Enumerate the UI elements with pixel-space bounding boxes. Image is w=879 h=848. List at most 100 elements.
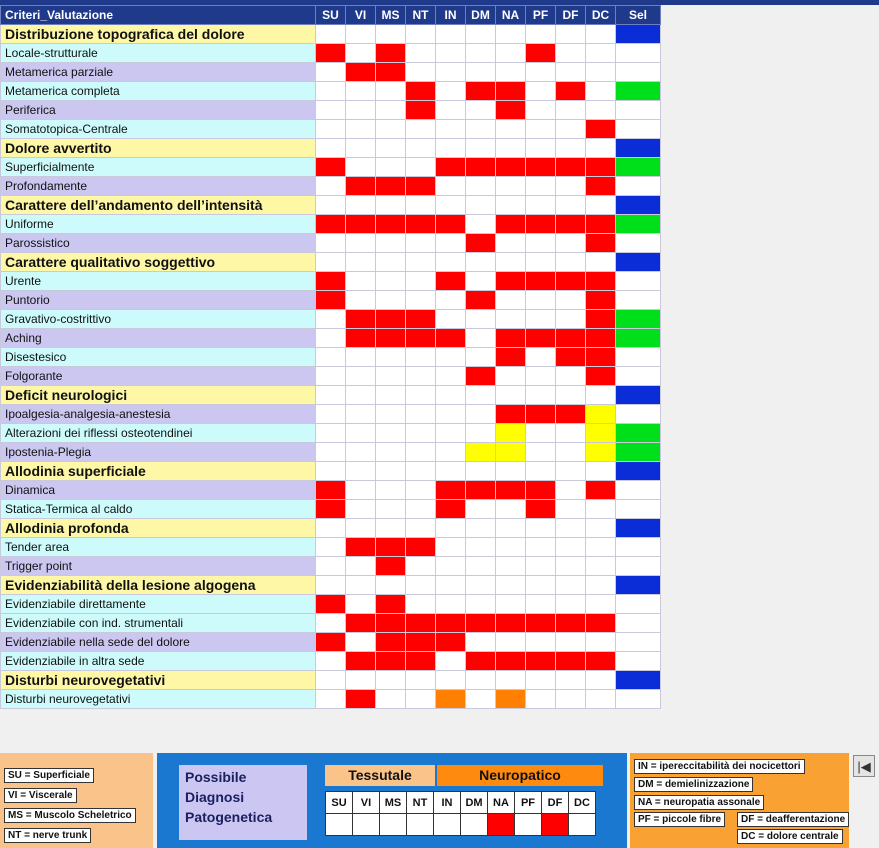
cell-su[interactable] xyxy=(315,81,346,101)
cell-dm[interactable] xyxy=(465,119,496,139)
cell-na[interactable] xyxy=(495,556,526,576)
cell-ms[interactable] xyxy=(375,594,406,614)
cell-pf[interactable] xyxy=(525,480,556,500)
cell-nt[interactable] xyxy=(405,81,436,101)
cell-dc[interactable] xyxy=(585,385,616,405)
cell-vi[interactable] xyxy=(345,461,376,481)
cell-na[interactable] xyxy=(495,271,526,291)
cell-su[interactable] xyxy=(315,271,346,291)
cell-na[interactable] xyxy=(495,537,526,557)
cell-df[interactable] xyxy=(555,81,586,101)
cell-vi[interactable] xyxy=(345,271,376,291)
cell-ms[interactable] xyxy=(375,43,406,63)
cell-dm[interactable] xyxy=(465,43,496,63)
cell-su[interactable] xyxy=(315,480,346,500)
cell-na[interactable] xyxy=(495,632,526,652)
cell-dm[interactable] xyxy=(465,537,496,557)
cell-in[interactable] xyxy=(435,271,466,291)
cell-df[interactable] xyxy=(555,195,586,215)
cell-na[interactable] xyxy=(495,81,526,101)
cell-vi[interactable] xyxy=(345,518,376,538)
cell-vi[interactable] xyxy=(345,24,376,44)
cell-sel[interactable] xyxy=(615,480,661,500)
cell-na[interactable] xyxy=(495,119,526,139)
cell-su[interactable] xyxy=(315,195,346,215)
cell-vi[interactable] xyxy=(345,366,376,386)
cell-df[interactable] xyxy=(555,43,586,63)
cell-vi[interactable] xyxy=(345,43,376,63)
cell-df[interactable] xyxy=(555,62,586,82)
cell-su[interactable] xyxy=(315,461,346,481)
cell-pf[interactable] xyxy=(525,499,556,519)
cell-su[interactable] xyxy=(315,423,346,443)
cell-sel[interactable] xyxy=(615,404,661,424)
cell-na[interactable] xyxy=(495,176,526,196)
cell-nt[interactable] xyxy=(405,499,436,519)
cell-dm[interactable] xyxy=(465,499,496,519)
cell-nt[interactable] xyxy=(405,252,436,272)
cell-sel[interactable] xyxy=(615,271,661,291)
cell-ms[interactable] xyxy=(375,24,406,44)
cell-sel[interactable] xyxy=(615,670,661,690)
cell-nt[interactable] xyxy=(405,328,436,348)
cell-sel[interactable] xyxy=(615,442,661,462)
cell-na[interactable] xyxy=(495,613,526,633)
cell-in[interactable] xyxy=(435,176,466,196)
cell-dc[interactable] xyxy=(585,613,616,633)
cell-sel[interactable] xyxy=(615,309,661,329)
cell-dc[interactable] xyxy=(585,24,616,44)
cell-vi[interactable] xyxy=(345,347,376,367)
cell-vi[interactable] xyxy=(345,499,376,519)
cell-dc[interactable] xyxy=(585,43,616,63)
cell-su[interactable] xyxy=(315,138,346,158)
cell-dc[interactable] xyxy=(585,252,616,272)
cell-ms[interactable] xyxy=(375,651,406,671)
cell-in[interactable] xyxy=(435,252,466,272)
cell-sel[interactable] xyxy=(615,537,661,557)
cell-ms[interactable] xyxy=(375,537,406,557)
cell-sel[interactable] xyxy=(615,651,661,671)
cell-sel[interactable] xyxy=(615,328,661,348)
cell-in[interactable] xyxy=(435,385,466,405)
cell-su[interactable] xyxy=(315,366,346,386)
cell-dc[interactable] xyxy=(585,328,616,348)
cell-pf[interactable] xyxy=(525,290,556,310)
cell-na[interactable] xyxy=(495,461,526,481)
cell-nt[interactable] xyxy=(405,24,436,44)
cell-na[interactable] xyxy=(495,499,526,519)
cell-vi[interactable] xyxy=(345,670,376,690)
cell-ms[interactable] xyxy=(375,347,406,367)
cell-vi[interactable] xyxy=(345,404,376,424)
cell-ms[interactable] xyxy=(375,499,406,519)
cell-su[interactable] xyxy=(315,651,346,671)
cell-dc[interactable] xyxy=(585,689,616,709)
cell-na[interactable] xyxy=(495,442,526,462)
cell-vi[interactable] xyxy=(345,119,376,139)
cell-in[interactable] xyxy=(435,138,466,158)
cell-vi[interactable] xyxy=(345,328,376,348)
cell-df[interactable] xyxy=(555,328,586,348)
cell-na[interactable] xyxy=(495,670,526,690)
cell-dc[interactable] xyxy=(585,442,616,462)
cell-ms[interactable] xyxy=(375,461,406,481)
cell-dm[interactable] xyxy=(465,670,496,690)
cell-in[interactable] xyxy=(435,461,466,481)
cell-dm[interactable] xyxy=(465,651,496,671)
cell-vi[interactable] xyxy=(345,62,376,82)
cell-ms[interactable] xyxy=(375,214,406,234)
cell-dc[interactable] xyxy=(585,366,616,386)
cell-dc[interactable] xyxy=(585,537,616,557)
cell-dm[interactable] xyxy=(465,138,496,158)
cell-ms[interactable] xyxy=(375,613,406,633)
cell-na[interactable] xyxy=(495,404,526,424)
cell-nt[interactable] xyxy=(405,366,436,386)
cell-vi[interactable] xyxy=(345,575,376,595)
cell-dc[interactable] xyxy=(585,157,616,177)
cell-su[interactable] xyxy=(315,442,346,462)
cell-in[interactable] xyxy=(435,442,466,462)
cell-pf[interactable] xyxy=(525,214,556,234)
cell-vi[interactable] xyxy=(345,594,376,614)
cell-df[interactable] xyxy=(555,214,586,234)
cell-pf[interactable] xyxy=(525,404,556,424)
cell-vi[interactable] xyxy=(345,556,376,576)
